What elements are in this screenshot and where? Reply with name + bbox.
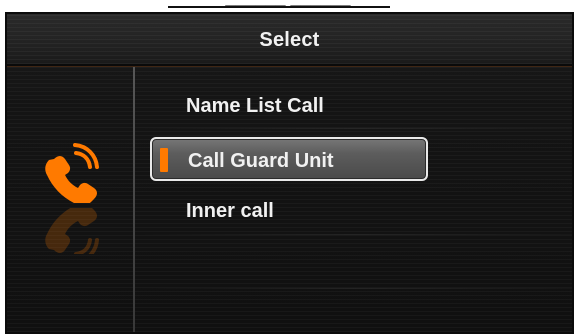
screen-header: Select <box>7 14 572 66</box>
phone-ringing-icon <box>40 141 102 206</box>
page: ______ ______ Select Name <box>0 0 576 334</box>
header-divider <box>7 66 572 67</box>
menu-item-call-guard-unit[interactable]: Call Guard Unit <box>150 137 428 181</box>
phone-reflection-icon <box>40 203 102 264</box>
menu-item-label: Call Guard Unit <box>188 150 334 172</box>
menu-item-label: Name List Call <box>186 95 324 117</box>
caption-underline <box>168 6 390 8</box>
sidebar-divider <box>133 67 135 332</box>
row-divider <box>134 288 572 289</box>
menu-item-inner-call[interactable]: Inner call <box>150 189 428 233</box>
call-menu: Name List Call Call Guard Unit Inner cal… <box>150 84 430 284</box>
selection-marker <box>160 148 168 172</box>
device-screen: Select Name List Call Call Guard Unit In… <box>5 12 574 334</box>
menu-item-name-list-call[interactable]: Name List Call <box>150 84 428 128</box>
menu-item-label: Inner call <box>186 200 274 222</box>
screen-title: Select <box>259 29 320 51</box>
